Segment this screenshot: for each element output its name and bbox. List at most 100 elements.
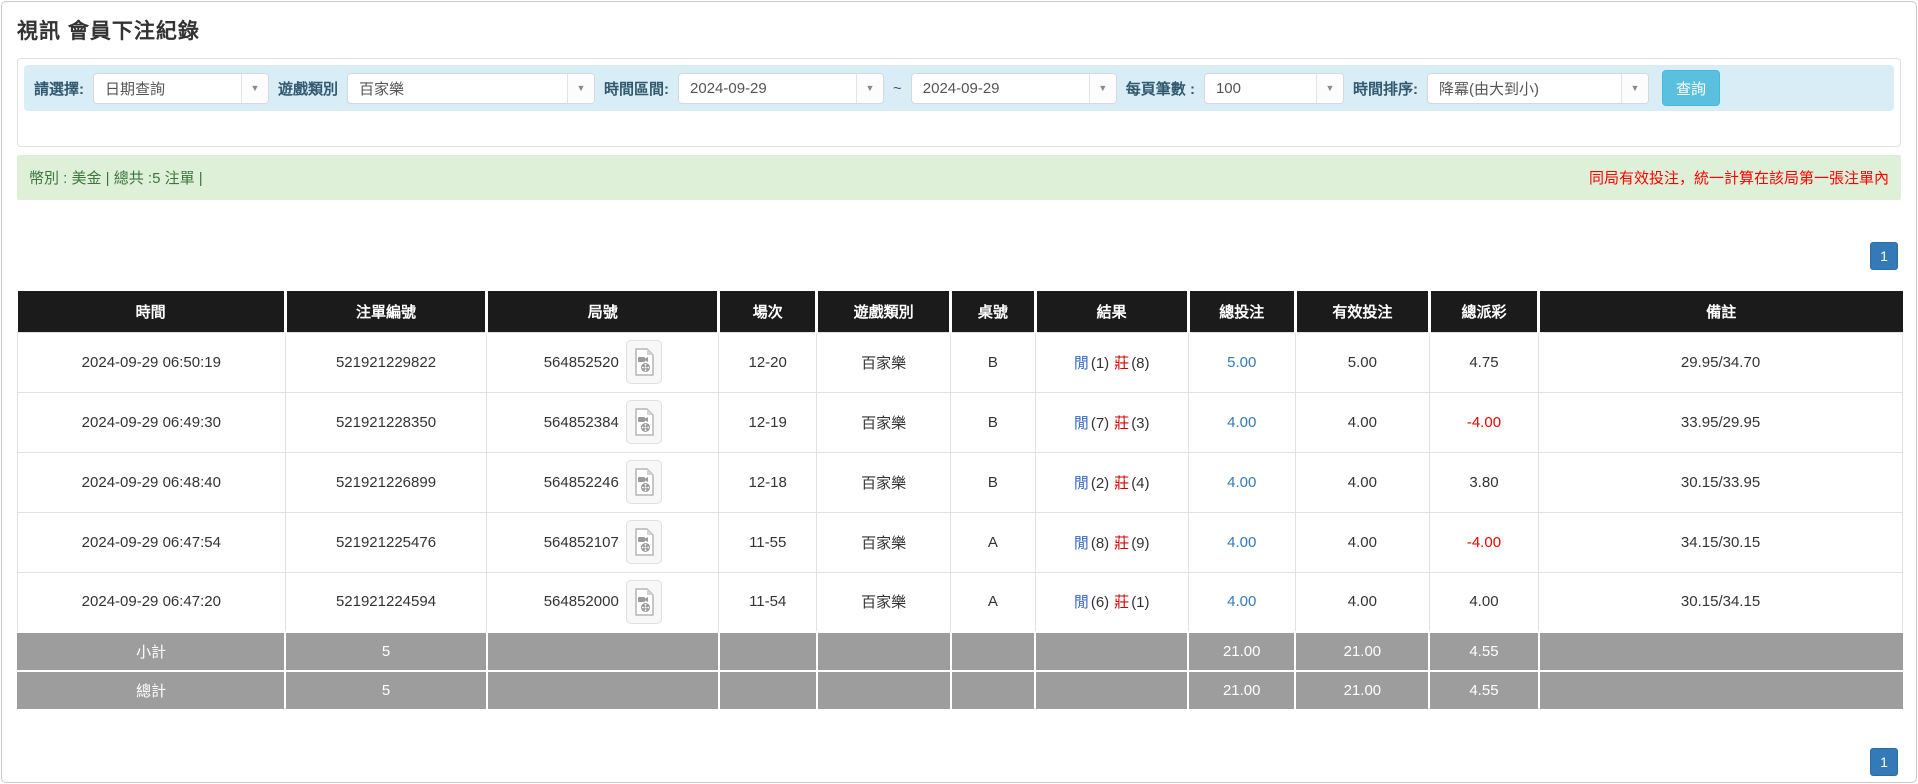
banker-score: (9) [1131, 535, 1149, 552]
page-container: 視訊 會員下注紀錄 請選擇: 日期查詢 ▼ 遊戲類別 百家樂 ▼ 時間區間: 2… [1, 1, 1917, 783]
time-cell: 2024-09-29 06:47:54 [18, 512, 286, 572]
page-number-button[interactable]: 1 [1870, 242, 1898, 270]
table-header-row: 時間 注單編號 局號 場次 遊戲類別 桌號 結果 總投注 有效投注 總派彩 備註 [18, 291, 1903, 332]
time-cell: 2024-09-29 06:47:20 [18, 572, 286, 632]
date-to-select[interactable]: 2024-09-29 ▼ [911, 73, 1117, 104]
bet-records-table: 時間 注單編號 局號 場次 遊戲類別 桌號 結果 總投注 有效投注 總派彩 備註… [17, 291, 1903, 711]
result-cell: 閒(8)莊(9) [1035, 512, 1188, 572]
total-bet-link[interactable]: 4.00 [1227, 414, 1256, 431]
grand-total-payout: 4.55 [1429, 671, 1538, 710]
table-no-cell: A [951, 512, 1036, 572]
total-bet-cell: 4.00 [1188, 452, 1295, 512]
chevron-down-icon: ▼ [567, 74, 594, 103]
video-record-icon[interactable] [626, 460, 662, 504]
game-type-value: 百家樂 [348, 74, 565, 103]
banker-score: (4) [1131, 475, 1149, 492]
table-row: 2024-09-29 06:47:54 521921225476 5648521… [18, 512, 1903, 572]
round-id-cell: 564852107 [487, 512, 719, 572]
col-header-time: 時間 [18, 291, 286, 332]
total-bet-link[interactable]: 4.00 [1227, 593, 1256, 610]
session-cell: 11-55 [719, 512, 817, 572]
col-header-round-id: 局號 [487, 291, 719, 332]
video-record-icon[interactable] [626, 340, 662, 384]
banker-label: 莊 [1114, 415, 1129, 432]
round-id: 564852107 [544, 534, 619, 551]
date-range-separator: ~ [893, 80, 902, 97]
bet-id-cell: 521921226899 [285, 452, 487, 512]
total-bet-cell: 5.00 [1188, 332, 1295, 392]
col-header-game-type: 遊戲類別 [817, 291, 951, 332]
valid-bet-cell: 4.00 [1295, 392, 1429, 452]
round-id: 564852246 [544, 474, 619, 491]
game-type-label: 遊戲類別 [278, 78, 338, 99]
table-row: 2024-09-29 06:48:40 521921226899 5648522… [18, 452, 1903, 512]
grand-total-label: 總計 [18, 671, 286, 710]
result-cell: 閒(6)莊(1) [1035, 572, 1188, 632]
col-header-total-bet: 總投注 [1188, 291, 1295, 332]
bet-id-cell: 521921224594 [285, 572, 487, 632]
total-bet-link[interactable]: 4.00 [1227, 534, 1256, 551]
remark-cell: 34.15/30.15 [1539, 512, 1903, 572]
banker-label: 莊 [1114, 594, 1129, 611]
banker-score: (8) [1131, 355, 1149, 372]
table-no-cell: B [951, 392, 1036, 452]
result-cell: 閒(1)莊(8) [1035, 332, 1188, 392]
grand-total-row: 總計 5 21.00 21.00 4.55 [18, 671, 1903, 710]
player-label: 閒 [1074, 535, 1089, 552]
table-no-cell: A [951, 572, 1036, 632]
video-record-icon[interactable] [626, 400, 662, 444]
game-type-cell: 百家樂 [817, 332, 951, 392]
round-id-cell: 564852384 [487, 392, 719, 452]
valid-bet-cell: 4.00 [1295, 572, 1429, 632]
subtotal-count: 5 [285, 632, 487, 671]
bet-id-cell: 521921228350 [285, 392, 487, 452]
total-bet-link[interactable]: 4.00 [1227, 474, 1256, 491]
table-row: 2024-09-29 06:49:30 521921228350 5648523… [18, 392, 1903, 452]
player-label: 閒 [1074, 415, 1089, 432]
page-number-button[interactable]: 1 [1870, 748, 1898, 776]
result-cell: 閒(7) 莊(3) [1035, 392, 1188, 452]
col-header-session: 場次 [719, 291, 817, 332]
session-cell: 11-54 [719, 572, 817, 632]
query-type-select[interactable]: 日期查詢 ▼ [93, 73, 269, 104]
time-cell: 2024-09-29 06:49:30 [18, 392, 286, 452]
game-type-cell: 百家樂 [817, 572, 951, 632]
game-type-select[interactable]: 百家樂 ▼ [347, 73, 595, 104]
total-bet-cell: 4.00 [1188, 512, 1295, 572]
subtotal-row: 小計 5 21.00 21.00 4.55 [18, 632, 1903, 671]
banker-label: 莊 [1114, 475, 1129, 492]
chevron-down-icon: ▼ [241, 74, 268, 103]
chevron-down-icon: ▼ [1089, 74, 1116, 103]
round-id-cell: 564852000 [487, 572, 719, 632]
search-button[interactable]: 查詢 [1662, 70, 1720, 106]
payout-cell: 4.00 [1429, 572, 1538, 632]
remark-cell: 33.95/29.95 [1539, 392, 1903, 452]
sort-order-select[interactable]: 降冪(由大到小) ▼ [1427, 73, 1649, 104]
grand-total-total-bet: 21.00 [1188, 671, 1295, 710]
date-from-select[interactable]: 2024-09-29 ▼ [678, 73, 884, 104]
page-size-label: 每頁筆數 : [1126, 78, 1195, 99]
player-score: (7) [1091, 415, 1109, 432]
subtotal-payout: 4.55 [1429, 632, 1538, 671]
player-label: 閒 [1074, 355, 1089, 372]
video-record-icon[interactable] [626, 580, 662, 624]
payout-cell: 3.80 [1429, 452, 1538, 512]
player-score: (2) [1091, 475, 1109, 492]
chevron-down-icon: ▼ [1316, 74, 1343, 103]
banker-score: (3) [1131, 415, 1149, 432]
player-label: 閒 [1074, 594, 1089, 611]
total-bet-link[interactable]: 5.00 [1227, 354, 1256, 371]
col-header-result: 結果 [1035, 291, 1188, 332]
player-score: (1) [1091, 355, 1109, 372]
sort-order-value: 降冪(由大到小) [1428, 74, 1619, 103]
page-size-select[interactable]: 100 ▼ [1204, 73, 1344, 104]
payout-cell: -4.00 [1429, 392, 1538, 452]
valid-bet-cell: 5.00 [1295, 332, 1429, 392]
remark-cell: 29.95/34.70 [1539, 332, 1903, 392]
date-from-value: 2024-09-29 [679, 74, 854, 103]
video-record-icon[interactable] [626, 520, 662, 564]
payout-cell: 4.75 [1429, 332, 1538, 392]
session-cell: 12-20 [719, 332, 817, 392]
round-id: 564852000 [544, 593, 619, 610]
result-cell: 閒(2)莊(4) [1035, 452, 1188, 512]
